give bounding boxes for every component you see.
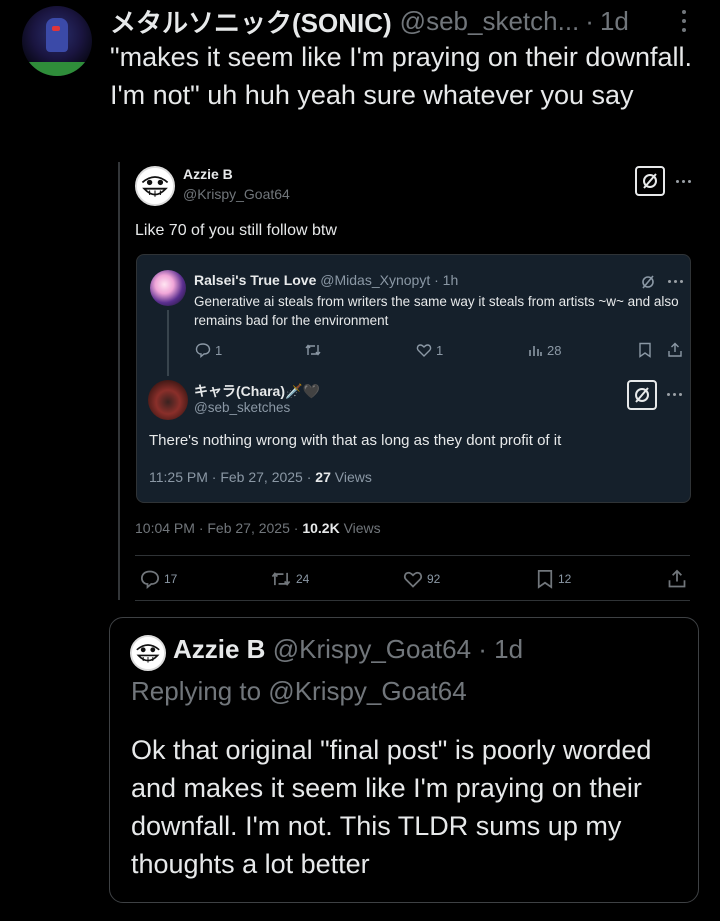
views-icon bbox=[529, 346, 542, 356]
troll-face-icon bbox=[137, 168, 173, 204]
embedded-author-handle[interactable]: @Krispy_Goat64 bbox=[183, 186, 290, 202]
embedded-timestamp[interactable]: 10:04 PM · Feb 27, 2025 · bbox=[135, 520, 302, 536]
quote-text: Ok that original "final post" is poorly … bbox=[131, 735, 652, 879]
like-icon bbox=[403, 571, 423, 588]
post-time[interactable]: 1d bbox=[600, 6, 629, 37]
troll-face-icon bbox=[132, 637, 164, 669]
share-icon bbox=[668, 569, 686, 588]
embedded-bookmark-count: 12 bbox=[558, 572, 572, 586]
quote-author-avatar[interactable] bbox=[130, 635, 166, 671]
separator-dot: · bbox=[585, 5, 594, 36]
grok-icon[interactable] bbox=[627, 380, 657, 410]
embedded-reply-action[interactable]: 17 bbox=[140, 569, 177, 589]
quote-header: Azzie B @Krispy_Goat64 · 1d bbox=[173, 634, 523, 665]
more-options-icon[interactable] bbox=[667, 393, 682, 396]
share-icon bbox=[668, 342, 682, 357]
quoted-reply-views-label: Views bbox=[330, 469, 372, 485]
embedded-repost-count: 24 bbox=[296, 572, 310, 586]
embedded-views-label: Views bbox=[339, 520, 381, 536]
quoted-reply-handle[interactable]: @seb_sketches bbox=[194, 400, 290, 415]
quoted-reply-name[interactable]: キャラ(Chara)🗡️🖤 bbox=[194, 381, 320, 401]
embedded-repost-action[interactable]: 24 bbox=[270, 569, 309, 589]
embedded-share-action[interactable] bbox=[667, 569, 687, 589]
quote-author-name[interactable]: Azzie B bbox=[173, 634, 265, 664]
quoted-original-text: Generative ai steals from writers the sa… bbox=[194, 294, 679, 328]
like-icon bbox=[416, 344, 432, 357]
quoted-reply-text: There's nothing wrong with that as long … bbox=[149, 432, 562, 449]
quoted-reply-views-count: 27 bbox=[315, 469, 331, 485]
author-display-name[interactable]: メタルソニック(SONIC) bbox=[110, 3, 392, 40]
post-header: メタルソニック(SONIC) @seb_sketch... · 1d bbox=[110, 5, 629, 38]
bookmark-icon bbox=[537, 570, 553, 589]
quoted-original-name[interactable]: Ralsei's True Love bbox=[194, 272, 316, 288]
more-options-icon[interactable] bbox=[676, 180, 691, 183]
divider bbox=[135, 555, 690, 556]
repost-icon bbox=[305, 344, 321, 356]
reply-icon bbox=[140, 570, 160, 589]
views-count: 28 bbox=[547, 342, 562, 358]
views-action[interactable]: 28 bbox=[527, 342, 561, 358]
post-text: "makes it seem like I'm praying on their… bbox=[110, 42, 692, 110]
quoted-original-header: Ralsei's True Love @Midas_Xynopyt · 1h bbox=[194, 272, 458, 288]
more-options-icon[interactable] bbox=[674, 8, 694, 34]
grok-icon[interactable] bbox=[635, 166, 665, 196]
bookmark-action[interactable] bbox=[638, 342, 652, 358]
quoted-original-handle[interactable]: @Midas_Xynopyt · 1h bbox=[320, 272, 458, 288]
repost-action[interactable] bbox=[304, 342, 322, 358]
quoted-reply-timestamp[interactable]: 11:25 PM · Feb 27, 2025 · bbox=[149, 469, 315, 485]
thread-line bbox=[118, 162, 120, 600]
ralsei-avatar[interactable] bbox=[150, 270, 186, 306]
embedded-like-action[interactable]: 92 bbox=[403, 569, 440, 589]
replying-to[interactable]: Replying to @Krispy_Goat64 bbox=[131, 676, 467, 707]
chara-avatar[interactable] bbox=[148, 380, 188, 420]
reply-action[interactable]: 1 bbox=[195, 342, 222, 358]
repost-icon bbox=[271, 572, 291, 586]
like-count: 1 bbox=[436, 342, 444, 358]
reply-count: 1 bbox=[215, 342, 223, 358]
inner-thread-line bbox=[167, 310, 169, 376]
share-action[interactable] bbox=[667, 342, 683, 358]
embedded-author-name[interactable]: Azzie B bbox=[183, 166, 233, 182]
quoted-reply-meta: 11:25 PM · Feb 27, 2025 · 27 Views bbox=[149, 469, 372, 485]
like-action[interactable]: 1 bbox=[416, 342, 443, 358]
author-avatar[interactable] bbox=[22, 6, 92, 76]
embedded-post-text: Like 70 of you still follow btw bbox=[135, 222, 337, 239]
embedded-reply-count: 17 bbox=[164, 572, 178, 586]
embedded-views-count: 10.2K bbox=[302, 520, 340, 536]
reply-icon bbox=[195, 343, 211, 358]
more-options-icon[interactable] bbox=[668, 280, 683, 283]
quote-author-handle[interactable]: @Krispy_Goat64 · 1d bbox=[273, 634, 523, 664]
embedded-like-count: 92 bbox=[427, 572, 441, 586]
divider bbox=[135, 600, 690, 601]
embedded-post-meta: 10:04 PM · Feb 27, 2025 · 10.2K Views bbox=[135, 520, 381, 536]
author-handle[interactable]: @seb_sketch... bbox=[400, 6, 580, 37]
embedded-author-avatar[interactable] bbox=[135, 166, 175, 206]
bookmark-icon bbox=[639, 342, 651, 358]
embedded-bookmark-action[interactable]: 12 bbox=[536, 569, 571, 589]
